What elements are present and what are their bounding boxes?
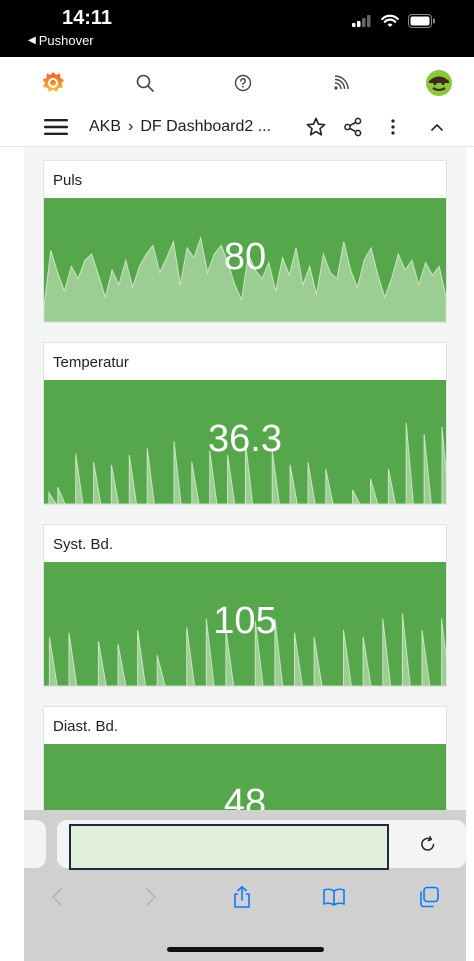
rss-feed-icon — [334, 75, 349, 90]
panel-title: Puls — [53, 172, 83, 189]
star-icon — [306, 117, 326, 136]
back-glyph: ◀ — [28, 35, 36, 46]
cellular-signal-icon — [352, 15, 371, 27]
stat-value: 48 — [223, 782, 267, 810]
share-dashboard-button[interactable] — [341, 115, 365, 139]
bookmarks-button[interactable] — [319, 882, 349, 912]
reload-button[interactable] — [416, 832, 440, 856]
dashboard-canvas: Puls 80 Temperatur 36.3 Syst. Bd. 105 Di… — [24, 147, 466, 810]
url-input[interactable] — [69, 824, 389, 870]
hamburger-menu-icon — [44, 119, 68, 135]
panel-title: Temperatur — [53, 354, 129, 371]
help-button[interactable] — [229, 69, 257, 97]
stat-panel-body: 36.3 — [44, 380, 446, 504]
panel-syst-bd[interactable]: Syst. Bd. 105 — [43, 524, 447, 687]
share-button[interactable] — [227, 882, 257, 912]
status-bar: 14:11 ◀ Pushover — [0, 0, 474, 57]
forward-arrow-icon — [146, 888, 156, 906]
stat-value: 105 — [213, 600, 277, 642]
home-button[interactable] — [39, 69, 67, 97]
stat-panel-body: 80 — [44, 198, 446, 322]
grafana-logo-icon — [42, 72, 64, 92]
help-icon — [234, 74, 252, 92]
forward-button[interactable] — [136, 882, 166, 912]
feed-button[interactable] — [327, 69, 355, 97]
search-icon — [136, 74, 154, 92]
stat-value: 80 — [223, 236, 267, 278]
share-nodes-icon — [344, 117, 362, 137]
menu-button[interactable] — [44, 115, 68, 139]
back-button[interactable] — [42, 882, 72, 912]
panel-puls[interactable]: Puls 80 — [43, 160, 447, 323]
back-arrow-icon — [52, 888, 62, 906]
back-to-app-link[interactable]: ◀ Pushover — [28, 33, 94, 48]
breadcrumb-bar: AKB › DF Dashboard2 ... — [0, 107, 474, 147]
app-bar — [0, 57, 474, 107]
breadcrumb-separator: › — [128, 118, 134, 135]
stat-value: 36.3 — [208, 418, 282, 460]
battery-icon — [408, 14, 435, 28]
previous-tab-pill[interactable] — [24, 820, 46, 868]
user-menu-button[interactable] — [425, 69, 453, 97]
home-indicator — [167, 947, 324, 952]
tabs-icon — [420, 886, 439, 908]
share-icon — [234, 886, 250, 908]
breadcrumb-folder[interactable]: AKB — [89, 118, 121, 136]
stat-panel-body: 48 — [44, 744, 446, 810]
stat-panel-body: 105 — [44, 562, 446, 686]
breadcrumb: AKB › DF Dashboard2 ... — [89, 118, 271, 136]
back-app-label: Pushover — [38, 33, 94, 48]
status-time: 14:11 — [62, 7, 113, 29]
wifi-icon — [381, 14, 399, 27]
safari-toolbar — [24, 810, 466, 961]
panel-title: Syst. Bd. — [53, 536, 114, 553]
user-avatar-icon — [426, 70, 452, 96]
breadcrumb-dashboard[interactable]: DF Dashboard2 ... — [140, 118, 271, 136]
panel-temperatur[interactable]: Temperatur 36.3 — [43, 342, 447, 505]
search-button[interactable] — [131, 69, 159, 97]
bookmarks-icon — [323, 888, 345, 906]
more-options-button[interactable] — [381, 115, 405, 139]
panel-title: Diast. Bd. — [53, 718, 119, 735]
reload-icon — [421, 836, 435, 851]
phone-screen: 14:11 ◀ Pushover AKB › DF Dashboard2 ...… — [0, 0, 474, 961]
star-button[interactable] — [304, 115, 328, 139]
more-vertical-icon — [391, 119, 395, 135]
panel-diast-bd[interactable]: Diast. Bd. 48 — [43, 706, 447, 810]
tabs-button[interactable] — [414, 882, 444, 912]
chevron-up-icon — [431, 124, 443, 131]
status-icons — [352, 14, 436, 28]
collapse-button[interactable] — [425, 115, 449, 139]
